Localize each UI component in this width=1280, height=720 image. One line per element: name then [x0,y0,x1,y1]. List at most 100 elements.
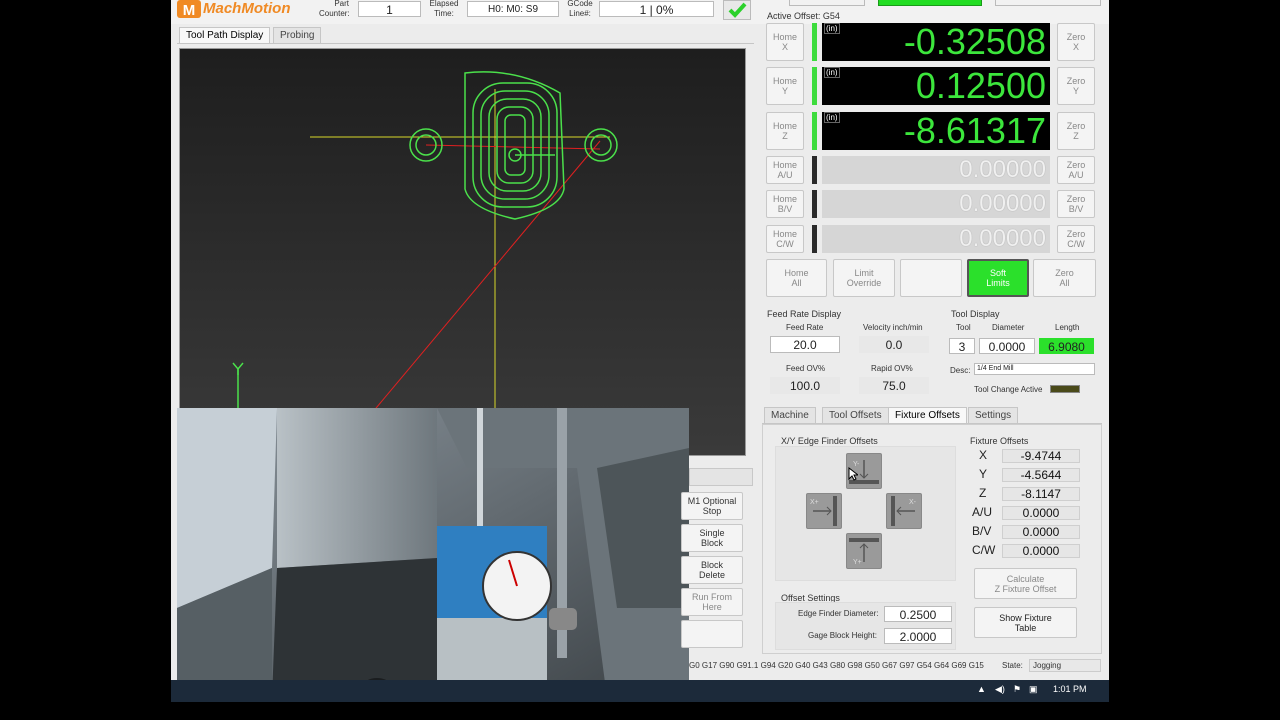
toolpath-graphic [232,71,618,458]
fixture-offsets-title: Fixture Offsets [970,436,1029,446]
tab-tool-path-display[interactable]: Tool Path Display [179,27,271,43]
rapid-ov-label: Rapid OV% [871,364,913,373]
fixture-axis-value[interactable]: -8.1147 [1002,487,1080,501]
top-button-right[interactable] [995,0,1101,6]
top-button-green[interactable] [878,0,982,6]
fixture-axis-value[interactable]: 0.0000 [1002,506,1080,520]
zero-axis-button-0[interactable]: Zero X [1057,23,1095,61]
velocity-value: 0.0 [859,336,929,353]
velocity-label: Velocity inch/min [863,323,923,332]
home-axis-button-5[interactable]: Home C/W [766,225,804,253]
part-counter-label: Part Counter: [319,0,350,18]
edge-finder-x-plus-button[interactable]: X+ [806,493,842,529]
zero-axis-button-5[interactable]: Zero C/W [1057,225,1095,253]
tab-settings[interactable]: Settings [968,407,1019,423]
axis-value-text: -8.61317 [903,110,1046,151]
zero-axis-button-1[interactable]: Zero Y [1057,67,1095,105]
block-delete-label: Block Delete [698,560,725,580]
home-axis-button-4[interactable]: Home B/V [766,190,804,218]
fixture-axis-value[interactable]: -4.5644 [1002,468,1080,482]
flag-icon[interactable]: ⚑ [1013,684,1021,695]
tray-up-icon[interactable]: ▲ [977,684,986,694]
tool-display-title: Tool Display [951,309,1000,319]
m1-optional-stop-button[interactable]: M1 Optional Stop [681,492,743,520]
single-block-label: Single Block [699,528,725,548]
logo-text: MachMotion [203,0,291,17]
soft-limits-button[interactable]: Soft Limits [967,259,1029,297]
tool-desc-value: 1/4 End Mill [974,363,1095,375]
network-icon[interactable]: ▣ [1029,684,1038,695]
logo-m-icon: M [177,0,201,19]
top-button-left[interactable] [789,0,865,6]
home-all-button[interactable]: Home All [766,259,827,297]
active-gcodes: G0 G17 G90 G91.1 G94 G20 G40 G43 G80 G98… [689,661,984,670]
axis-status-led [812,190,817,218]
home-axis-button-0[interactable]: Home X [766,23,804,61]
zero-axis-label: Zero B/V [1066,194,1086,214]
single-block-button[interactable]: Single Block [681,524,743,552]
axis-dro-value: 0.00000 [822,190,1050,218]
axis-dro-value: (in) -0.32508 [822,23,1050,61]
home-axis-button-1[interactable]: Home Y [766,67,804,105]
fixture-axis-value[interactable]: 0.0000 [1002,525,1080,539]
blank-dro-button[interactable] [900,259,962,297]
fixture-axis-label: Z [979,486,987,500]
zero-axis-button-3[interactable]: Zero A/U [1057,156,1095,184]
clock-time[interactable]: 1:01 PM [1053,684,1087,694]
tab-fixture-offsets[interactable]: Fixture Offsets [888,407,967,423]
side-blank-button[interactable] [681,620,743,648]
edge-finder-x-minus-button[interactable]: X- [886,493,922,529]
zero-axis-button-2[interactable]: Zero Z [1057,112,1095,150]
gcode-line-field: 1 | 0% [599,1,714,17]
state-label: State: [1002,661,1023,670]
run-from-here-button[interactable]: Run From Here [681,588,743,616]
offset-settings-panel: Edge Finder Diameter: 0.2500 Gage Block … [775,602,956,650]
home-all-label: Home All [784,268,809,288]
edge-finder-diameter-field[interactable]: 0.2500 [884,606,952,622]
x-minus-text: X- [909,499,917,506]
zero-all-label: Zero All [1055,268,1074,288]
active-offset-label: Active Offset: G54 [767,11,840,21]
edge-finder-panel: Y- X+ X- Y+ [775,446,956,581]
x-minus-edge-icon: X- [891,496,917,526]
tab-tool-offsets[interactable]: Tool Offsets [822,407,889,423]
home-axis-label: Home C/W [772,229,797,249]
tool-path-display [179,48,746,458]
zero-all-button[interactable]: Zero All [1033,259,1096,297]
block-delete-button[interactable]: Block Delete [681,556,743,584]
axis-value-text: 0.00000 [959,190,1046,217]
y-plus-edge-icon: Y+ [849,538,879,566]
edge-finder-diameter-label: Edge Finder Diameter: [798,609,879,618]
home-axis-button-3[interactable]: Home A/U [766,156,804,184]
fixture-axis-value[interactable]: -9.4744 [1002,449,1080,463]
feed-rate-label: Feed Rate [786,323,824,332]
tool-diameter-label: Diameter [992,323,1025,332]
axis-dro-value: 0.00000 [822,225,1050,253]
show-fixture-table-button[interactable]: Show Fixture Table [974,607,1077,638]
feed-rate-title: Feed Rate Display [767,309,842,319]
tool-change-active-label: Tool Change Active [974,385,1043,394]
home-axis-button-2[interactable]: Home Z [766,112,804,150]
gage-block-height-field[interactable]: 2.0000 [884,628,952,644]
zero-axis-button-4[interactable]: Zero B/V [1057,190,1095,218]
cycle-start-button[interactable] [723,0,751,20]
axis-unit-label: (in) [824,112,840,123]
axis-dro-value: (in) 0.12500 [822,67,1050,105]
part-counter-field: 1 [358,1,421,17]
tab-machine[interactable]: Machine [764,407,816,423]
home-axis-label: Home B/V [772,194,797,214]
fixture-axis-label: B/V [972,524,992,538]
state-field: Jogging [1029,659,1101,672]
axis-unit-label: (in) [824,67,840,78]
feed-ov-label: Feed OV% [786,364,826,373]
volume-icon[interactable]: ◀) [995,684,1005,695]
limit-override-button[interactable]: Limit Override [833,259,895,297]
edge-finder-y-plus-button[interactable]: Y+ [846,533,882,569]
check-icon [728,2,747,18]
zero-axis-label: Zero X [1066,32,1086,52]
tab-probing[interactable]: Probing [273,27,322,43]
calculate-z-fixture-offset-button[interactable]: Calculate Z Fixture Offset [974,568,1077,599]
fixture-axis-value[interactable]: 0.0000 [1002,544,1080,558]
elapsed-time-label: Elapsed Time: [429,0,459,18]
zero-axis-label: Zero Z [1066,121,1086,141]
